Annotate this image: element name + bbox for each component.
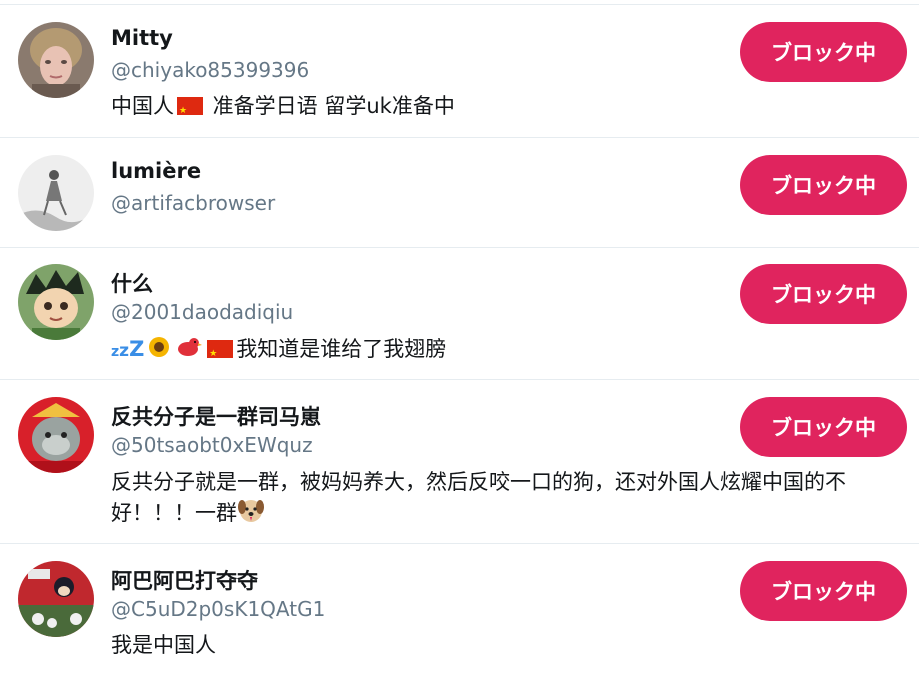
blocked-button[interactable]: ブロック中	[740, 397, 907, 457]
avatar[interactable]	[18, 561, 94, 637]
bird-icon	[174, 335, 203, 367]
blocked-button[interactable]: ブロック中	[740, 155, 907, 215]
account-name[interactable]: 阿巴阿巴打夺夺	[111, 565, 258, 595]
account-handle[interactable]: @50tsaobt0xEWquz	[111, 433, 313, 457]
account-name[interactable]: 反共分子是一群司马崽	[111, 401, 321, 431]
avatar[interactable]	[18, 264, 94, 340]
zzz-icon: zzZ	[111, 337, 145, 361]
account-handle[interactable]: @2001daodadiqiu	[111, 300, 293, 324]
account-row[interactable]: lumière @artifacbrowser ブロック中	[0, 138, 919, 248]
blocked-button[interactable]: ブロック中	[740, 22, 907, 82]
account-handle[interactable]: @artifacbrowser	[111, 191, 275, 215]
account-name[interactable]: Mitty	[111, 26, 173, 50]
sunflower-icon	[146, 335, 172, 367]
account-row[interactable]: 反共分子是一群司马崽 @50tsaobt0xEWquz 反共分子就是一群，被妈妈…	[0, 380, 919, 544]
avatar[interactable]	[18, 22, 94, 98]
bio-text: 我知道是谁给了我翅膀	[236, 337, 447, 361]
account-bio: 中国人 准备学日语 留学uk准备中	[111, 91, 911, 126]
bio-text: 中国人	[111, 94, 174, 118]
account-row[interactable]: Mitty @chiyako85399396 中国人 准备学日语 留学uk准备中…	[0, 5, 919, 138]
account-handle[interactable]: @chiyako85399396	[111, 58, 309, 82]
avatar[interactable]	[18, 397, 94, 473]
account-row[interactable]: 什么 @2001daodadiqiu zzZ 我知道是谁给了我翅膀 ブロック中	[0, 248, 919, 380]
account-bio: zzZ 我知道是谁给了我翅膀	[111, 334, 911, 369]
avatar[interactable]	[18, 155, 94, 231]
account-bio: 反共分子就是一群，被妈妈养大，然后反咬一口的狗，还对外国人炫耀中国的不好！！！一…	[111, 467, 911, 531]
account-name[interactable]: lumière	[111, 159, 201, 183]
bio-text: 准备学日语 留学uk准备中	[206, 94, 455, 118]
dog-face-icon	[237, 497, 265, 531]
blocked-accounts-list: Mitty @chiyako85399396 中国人 准备学日语 留学uk准备中…	[0, 0, 919, 673]
blocked-button[interactable]: ブロック中	[740, 561, 907, 621]
china-flag-icon	[177, 96, 203, 126]
account-handle[interactable]: @C5uD2p0sK1QAtG1	[111, 597, 325, 621]
china-flag-icon	[207, 339, 234, 369]
bio-text: 我是中国人	[111, 633, 216, 657]
account-bio: 我是中国人	[111, 630, 911, 660]
account-row[interactable]: 阿巴阿巴打夺夺 @C5uD2p0sK1QAtG1 我是中国人 ブロック中	[0, 544, 919, 673]
bio-text: 反共分子就是一群，被妈妈养大，然后反咬一口的狗，还对外国人炫耀中国的不好！！！一…	[111, 470, 846, 525]
account-name[interactable]: 什么	[111, 268, 153, 298]
blocked-button[interactable]: ブロック中	[740, 264, 907, 324]
